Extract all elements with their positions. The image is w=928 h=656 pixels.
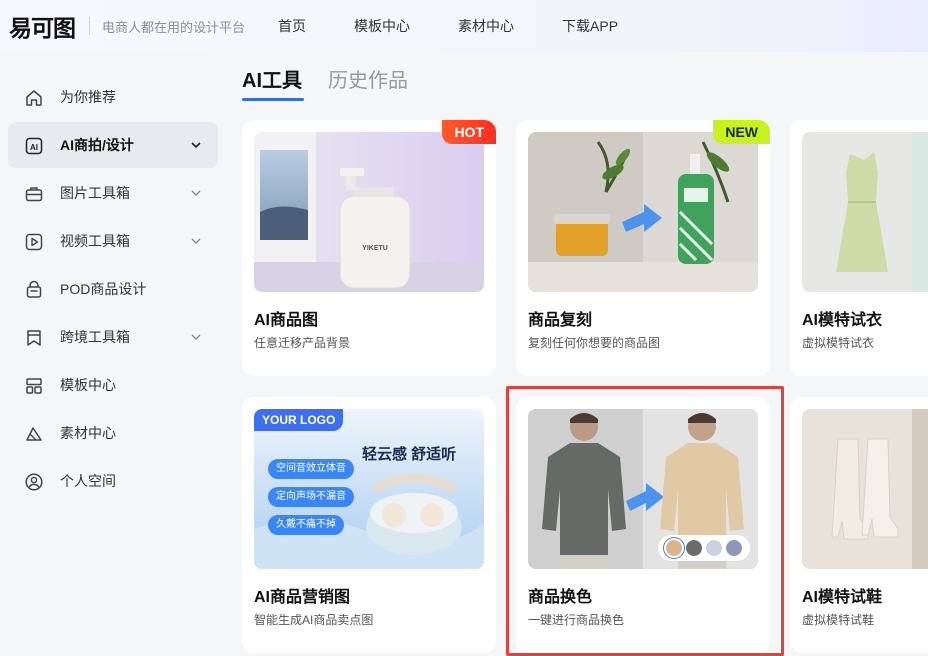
toolbox-icon bbox=[24, 184, 44, 204]
chevron-down-icon bbox=[190, 331, 202, 343]
color-swatches bbox=[658, 535, 750, 561]
feature-pill: 空间音效立体音 bbox=[268, 459, 354, 479]
tool-card-ai-model-tryon[interactable]: AI模特试衣 虚拟模特试衣 bbox=[790, 120, 928, 376]
bag-icon bbox=[24, 280, 44, 300]
main-content: AI工具 历史作品 YIKETU HOT AI商品图 任意迁移产品背景 NEW … bbox=[228, 52, 928, 656]
card-thumbnail: YOUR LOGO 轻云感 舒适听 空间音效立体音 定向声场不漏音 久戴不痛不掉 bbox=[254, 409, 484, 569]
tab-ai-tools[interactable]: AI工具 bbox=[242, 64, 304, 101]
card-title: 商品复刻 bbox=[528, 312, 593, 329]
card-description: 复刻任何你想要的商品图 bbox=[528, 336, 661, 350]
ai-icon: AI bbox=[24, 136, 44, 156]
sidebar-item-label: AI商拍/设计 bbox=[60, 137, 134, 153]
card-description: 虚拟模特试衣 bbox=[802, 336, 875, 350]
user-circle-icon bbox=[24, 472, 44, 492]
sidebar-item-label: 视频工具箱 bbox=[60, 233, 130, 249]
sidebar: 为你推荐 AI AI商拍/设计 图片工具箱 视频工具箱 POD商品设计 跨境工具… bbox=[0, 52, 228, 656]
nav-materials[interactable]: 素材中心 bbox=[458, 16, 514, 36]
chevron-down-icon bbox=[190, 187, 202, 199]
shapes-icon bbox=[24, 424, 44, 444]
sidebar-item-label: 为你推荐 bbox=[60, 89, 116, 105]
sidebar-item-label: 模板中心 bbox=[60, 377, 116, 393]
promo-title: 轻云感 舒适听 bbox=[362, 446, 457, 463]
tagline: 电商人都在用的设计平台 bbox=[102, 19, 246, 35]
swatch-beige[interactable] bbox=[666, 540, 682, 556]
chevron-down-icon bbox=[190, 139, 202, 151]
tabs: AI工具 历史作品 bbox=[242, 64, 408, 101]
sidebar-item-label: 跨境工具箱 bbox=[60, 329, 130, 345]
card-description: 虚拟模特试鞋 bbox=[802, 613, 875, 627]
feature-pill: 定向声场不漏音 bbox=[268, 487, 354, 507]
logo-divider bbox=[89, 17, 90, 35]
svg-text:AI: AI bbox=[30, 143, 38, 152]
bookmark-icon bbox=[24, 328, 44, 348]
new-badge: NEW bbox=[713, 120, 770, 144]
swatch-gray[interactable] bbox=[686, 540, 702, 556]
sidebar-item-personal-space[interactable]: 个人空间 bbox=[8, 458, 218, 504]
card-title: AI模特试鞋 bbox=[802, 589, 883, 606]
card-title: AI模特试衣 bbox=[802, 312, 883, 329]
card-thumbnail bbox=[802, 409, 928, 569]
logo-badge: YOUR LOGO bbox=[254, 409, 344, 431]
sidebar-item-label: POD商品设计 bbox=[60, 281, 147, 297]
card-description: 一键进行商品换色 bbox=[528, 613, 625, 627]
feature-pill: 久戴不痛不掉 bbox=[268, 515, 344, 535]
card-description: 智能生成AI商品卖点图 bbox=[254, 613, 374, 627]
nav-download-app[interactable]: 下载APP bbox=[562, 16, 618, 36]
sidebar-item-label: 素材中心 bbox=[60, 425, 116, 441]
sidebar-item-crossborder-toolbox[interactable]: 跨境工具箱 bbox=[8, 314, 218, 360]
tool-card-product-replicate[interactable]: NEW 商品复刻 复刻任何你想要的商品图 bbox=[516, 120, 770, 376]
sidebar-item-ai-design[interactable]: AI AI商拍/设计 bbox=[8, 122, 218, 168]
tool-card-ai-model-shoes[interactable]: AI模特试鞋 虚拟模特试鞋 bbox=[790, 397, 928, 653]
card-thumbnail bbox=[528, 409, 758, 569]
logo[interactable]: 易可图 bbox=[9, 9, 76, 43]
card-title: 商品换色 bbox=[528, 589, 593, 606]
card-title: AI商品图 bbox=[254, 312, 319, 329]
sidebar-item-recommend[interactable]: 为你推荐 bbox=[8, 74, 218, 120]
tab-history[interactable]: 历史作品 bbox=[328, 64, 408, 101]
sidebar-item-pod-design[interactable]: POD商品设计 bbox=[8, 266, 218, 312]
card-thumbnail bbox=[528, 132, 758, 292]
swatch-light-blue[interactable] bbox=[706, 540, 722, 556]
sidebar-item-image-toolbox[interactable]: 图片工具箱 bbox=[8, 170, 218, 216]
sidebar-item-label: 图片工具箱 bbox=[60, 185, 130, 201]
card-thumbnail: YIKETU bbox=[254, 132, 484, 292]
bottle-brand-text: YIKETU bbox=[362, 245, 388, 252]
top-bar: 易可图 电商人都在用的设计平台 首页 模板中心 素材中心 下载APP bbox=[0, 0, 928, 52]
tool-card-product-recolor[interactable]: 商品换色 一键进行商品换色 bbox=[516, 397, 770, 653]
sidebar-item-label: 个人空间 bbox=[60, 473, 116, 489]
nav-templates[interactable]: 模板中心 bbox=[354, 16, 410, 36]
home-icon bbox=[24, 88, 44, 108]
card-title: AI商品营销图 bbox=[254, 589, 351, 606]
nav-home[interactable]: 首页 bbox=[278, 16, 306, 36]
hot-badge: HOT bbox=[442, 120, 496, 144]
card-thumbnail bbox=[802, 132, 928, 292]
tool-card-ai-marketing-image[interactable]: YOUR LOGO 轻云感 舒适听 空间音效立体音 定向声场不漏音 久戴不痛不掉… bbox=[242, 397, 496, 653]
sidebar-item-material-center[interactable]: 素材中心 bbox=[8, 410, 218, 456]
video-play-icon bbox=[24, 232, 44, 252]
chevron-down-icon bbox=[190, 235, 202, 247]
card-description: 任意迁移产品背景 bbox=[254, 336, 351, 350]
swatch-periwinkle[interactable] bbox=[726, 540, 742, 556]
layout-grid-icon bbox=[24, 376, 44, 396]
sidebar-item-template-center[interactable]: 模板中心 bbox=[8, 362, 218, 408]
tool-card-ai-product-image[interactable]: YIKETU HOT AI商品图 任意迁移产品背景 bbox=[242, 120, 496, 376]
sidebar-item-video-toolbox[interactable]: 视频工具箱 bbox=[8, 218, 218, 264]
top-nav: 首页 模板中心 素材中心 下载APP bbox=[278, 16, 618, 36]
